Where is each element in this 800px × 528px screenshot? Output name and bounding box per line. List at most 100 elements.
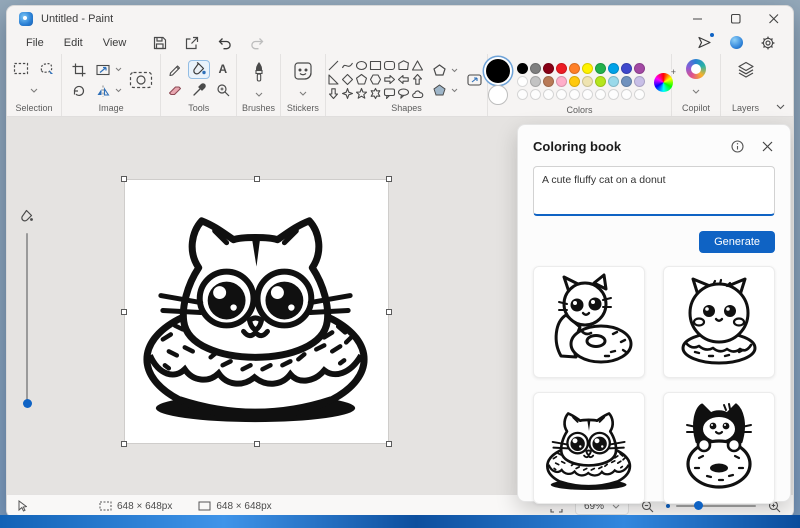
- copilot-sphere-icon[interactable]: [730, 36, 743, 49]
- empty-color-slot[interactable]: [530, 88, 542, 100]
- edit-colors-wheel-icon[interactable]: [654, 67, 677, 92]
- resize-icon[interactable]: [94, 61, 112, 79]
- selection-handle-sw[interactable]: [121, 441, 127, 447]
- color-swatch[interactable]: [556, 62, 568, 74]
- generate-button[interactable]: Generate: [699, 231, 775, 253]
- empty-color-slot[interactable]: [543, 88, 555, 100]
- color-swatch[interactable]: [543, 62, 555, 74]
- empty-color-slot[interactable]: [517, 88, 529, 100]
- settings-gear-icon[interactable]: [759, 34, 777, 52]
- color-swatch[interactable]: [517, 62, 529, 74]
- color-swatch[interactable]: [634, 75, 646, 87]
- color-swatch[interactable]: [530, 75, 542, 87]
- magnifier-icon[interactable]: [214, 81, 232, 99]
- send-to-icon[interactable]: [695, 33, 714, 51]
- empty-color-slot[interactable]: [556, 88, 568, 100]
- panel-title: Coloring book: [533, 139, 622, 154]
- text-tool-icon[interactable]: A: [216, 60, 229, 78]
- empty-color-slot[interactable]: [608, 88, 620, 100]
- empty-color-slot[interactable]: [595, 88, 607, 100]
- empty-color-slot[interactable]: [569, 88, 581, 100]
- color-swatch[interactable]: [582, 75, 594, 87]
- shapes-more-icon[interactable]: [464, 70, 486, 90]
- empty-color-slot[interactable]: [621, 88, 633, 100]
- paint-canvas[interactable]: [121, 176, 392, 447]
- selection-dropdown-chevron[interactable]: [30, 88, 38, 93]
- zoom-slider-thumb[interactable]: [694, 501, 703, 510]
- color-swatch[interactable]: [556, 75, 568, 87]
- rectangle-select-icon[interactable]: [11, 59, 31, 78]
- size-slider[interactable]: [17, 209, 37, 408]
- color-swatch[interactable]: [621, 62, 633, 74]
- rotate-icon[interactable]: [70, 82, 88, 100]
- color-swatch[interactable]: [595, 75, 607, 87]
- color-swatch[interactable]: [569, 75, 581, 87]
- color-swatch[interactable]: [634, 62, 646, 74]
- menu-file[interactable]: File: [17, 34, 53, 52]
- selection-handle-w[interactable]: [121, 309, 127, 315]
- secondary-color-swatch[interactable]: [488, 85, 509, 105]
- copilot-logo-icon[interactable]: [686, 59, 707, 79]
- thumbnail-cat-hugging-donut[interactable]: [533, 266, 645, 378]
- sticker-icon[interactable]: [291, 59, 315, 83]
- thumbnail-fluffy-cat-on-donut[interactable]: [663, 266, 775, 378]
- color-swatch[interactable]: [608, 75, 620, 87]
- info-icon[interactable]: [729, 138, 746, 155]
- fill-tool-selected[interactable]: [187, 59, 210, 79]
- size-slider-thumb[interactable]: [22, 399, 32, 408]
- brushes-dropdown-chevron[interactable]: [255, 92, 263, 97]
- free-select-icon[interactable]: [37, 59, 57, 78]
- save-icon[interactable]: [151, 34, 169, 52]
- ribbon-collapse-chevron[interactable]: [770, 54, 793, 116]
- flip-dropdown-chevron[interactable]: [115, 88, 122, 93]
- crop-icon[interactable]: [70, 61, 88, 79]
- color-swatch[interactable]: [608, 62, 620, 74]
- resize-dropdown-chevron[interactable]: [115, 67, 122, 72]
- color-swatch[interactable]: [621, 75, 633, 87]
- background-removal-icon[interactable]: [127, 68, 155, 92]
- empty-color-slot[interactable]: [582, 88, 594, 100]
- selection-handle-s[interactable]: [254, 441, 260, 447]
- shape-fill-chevron[interactable]: [451, 88, 458, 93]
- zoom-slider-min-dot: [666, 504, 670, 508]
- thumbnail-cat-inside-donut[interactable]: [533, 392, 645, 504]
- empty-color-slot[interactable]: [634, 88, 646, 100]
- copilot-dropdown-chevron[interactable]: [692, 89, 700, 94]
- selection-handle-ne[interactable]: [386, 176, 392, 182]
- eraser-icon[interactable]: [166, 81, 184, 99]
- primary-color-swatch[interactable]: [486, 59, 511, 83]
- selection-handle-n[interactable]: [254, 176, 260, 182]
- color-swatch[interactable]: [530, 62, 542, 74]
- pencil-icon[interactable]: [166, 60, 184, 78]
- redo-icon[interactable]: [248, 34, 267, 52]
- color-swatch[interactable]: [517, 75, 529, 87]
- prompt-input[interactable]: A cute fluffy cat on a donut: [533, 166, 775, 216]
- color-swatch[interactable]: [543, 75, 555, 87]
- color-swatch[interactable]: [595, 62, 607, 74]
- close-button[interactable]: [755, 6, 793, 31]
- color-swatch[interactable]: [569, 62, 581, 74]
- shape-outline-icon[interactable]: [431, 62, 448, 78]
- minimize-button[interactable]: [679, 6, 717, 31]
- color-swatch[interactable]: [582, 62, 594, 74]
- size-slider-track[interactable]: [26, 233, 28, 401]
- panel-close-icon[interactable]: [760, 139, 775, 154]
- selection-handle-e[interactable]: [386, 309, 392, 315]
- flip-icon[interactable]: [94, 82, 112, 100]
- layers-icon[interactable]: [734, 59, 758, 81]
- selection-handle-nw[interactable]: [121, 176, 127, 182]
- shape-fill-icon[interactable]: [431, 82, 448, 98]
- selection-handle-se[interactable]: [386, 441, 392, 447]
- menu-view[interactable]: View: [94, 34, 136, 52]
- zoom-slider[interactable]: [676, 501, 756, 510]
- brush-icon[interactable]: [249, 59, 269, 85]
- eyedropper-icon[interactable]: [190, 81, 208, 99]
- shapes-grid[interactable]: [327, 59, 425, 101]
- shape-outline-chevron[interactable]: [451, 68, 458, 73]
- stickers-dropdown-chevron[interactable]: [299, 91, 307, 96]
- maximize-button[interactable]: [717, 6, 755, 31]
- undo-icon[interactable]: [215, 34, 234, 52]
- share-icon[interactable]: [183, 34, 201, 52]
- menu-edit[interactable]: Edit: [55, 34, 92, 52]
- thumbnail-tuxedo-cat-behind-donut[interactable]: [663, 392, 775, 504]
